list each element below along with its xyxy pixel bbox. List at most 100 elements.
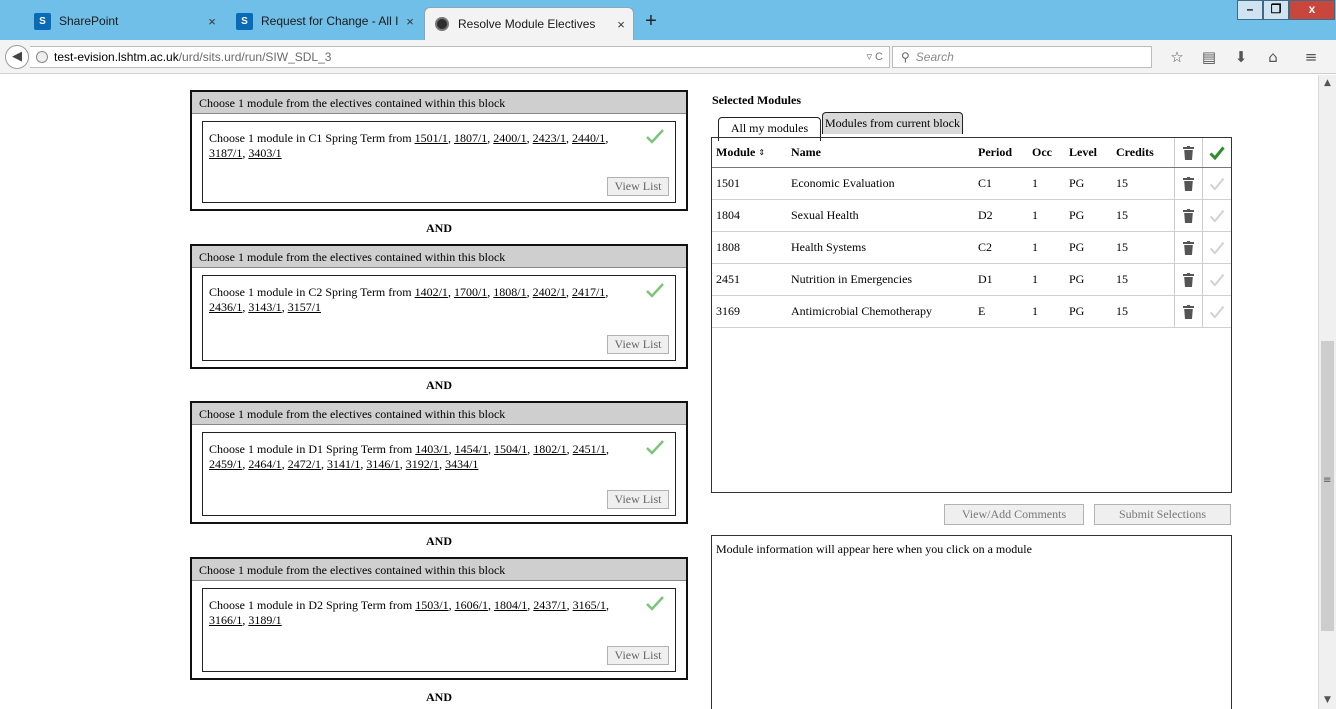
view-list-button[interactable]: View List bbox=[607, 646, 669, 665]
module-link[interactable]: 1700/1 bbox=[454, 285, 487, 299]
check-icon bbox=[1209, 146, 1225, 160]
delete-module-button[interactable] bbox=[1174, 232, 1202, 263]
confirm-module-button[interactable] bbox=[1202, 296, 1231, 327]
scroll-down-icon[interactable]: ▼ bbox=[1319, 692, 1336, 709]
module-link[interactable]: 3165/1 bbox=[573, 598, 606, 612]
module-link[interactable]: 1808/1 bbox=[493, 285, 526, 299]
reading-list-icon[interactable]: ▤ bbox=[1200, 49, 1218, 67]
selected-modules-table: Module ⇕ Name Period Occ Level Credits 15… bbox=[711, 137, 1232, 493]
table-row[interactable]: 1804 Sexual Health D2 1 PG 15 bbox=[712, 200, 1231, 232]
view-list-button[interactable]: View List bbox=[607, 177, 669, 196]
module-link[interactable]: 3146/1 bbox=[366, 457, 399, 471]
module-link[interactable]: 3187/1 bbox=[209, 146, 242, 160]
search-input[interactable]: ⚲ Search bbox=[892, 46, 1152, 68]
confirm-module-button[interactable] bbox=[1202, 232, 1231, 263]
module-link[interactable]: 2436/1 bbox=[209, 300, 242, 314]
module-link[interactable]: 2459/1 bbox=[209, 457, 242, 471]
module-link[interactable]: 1804/1 bbox=[494, 598, 527, 612]
block-header: Choose 1 module from the electives conta… bbox=[192, 559, 686, 581]
block-rule: Choose 1 module in D2 Spring Term from 1… bbox=[202, 588, 676, 672]
delete-module-button[interactable] bbox=[1174, 296, 1202, 327]
module-link[interactable]: 3434/1 bbox=[445, 457, 478, 471]
confirm-module-button[interactable] bbox=[1202, 200, 1231, 231]
scrollbar-thumb[interactable] bbox=[1321, 341, 1334, 631]
cell-name: Nutrition in Emergencies bbox=[791, 272, 913, 286]
trash-icon bbox=[1183, 145, 1194, 160]
module-link[interactable]: 3157/1 bbox=[288, 300, 321, 314]
reload-icon[interactable]: ▿ C bbox=[866, 50, 883, 63]
page-scrollbar[interactable]: ▲ ≡ ▼ bbox=[1318, 75, 1336, 709]
module-link[interactable]: 1454/1 bbox=[455, 442, 488, 456]
cell-credits: 15 bbox=[1116, 240, 1128, 254]
module-link[interactable]: 3403/1 bbox=[248, 146, 281, 160]
browser-tab-sharepoint[interactable]: S SharePoint × bbox=[24, 8, 224, 34]
module-link[interactable]: 2400/1 bbox=[493, 131, 526, 145]
module-link[interactable]: 1503/1 bbox=[415, 598, 448, 612]
column-header-module[interactable]: Module ⇕ bbox=[716, 138, 765, 167]
confirm-module-button[interactable] bbox=[1202, 264, 1231, 295]
module-link[interactable]: 1802/1 bbox=[533, 442, 566, 456]
module-link[interactable]: 1402/1 bbox=[415, 285, 448, 299]
menu-icon[interactable]: ≡ bbox=[1302, 49, 1320, 67]
and-label: AND bbox=[426, 534, 452, 548]
module-link[interactable]: 1501/1 bbox=[415, 131, 448, 145]
table-row[interactable]: 1501 Economic Evaluation C1 1 PG 15 bbox=[712, 168, 1231, 200]
view-list-button[interactable]: View List bbox=[607, 490, 669, 509]
module-link[interactable]: 2472/1 bbox=[288, 457, 321, 471]
module-link[interactable]: 2417/1 bbox=[572, 285, 605, 299]
module-link[interactable]: 1403/1 bbox=[415, 442, 448, 456]
module-link[interactable]: 2437/1 bbox=[533, 598, 566, 612]
module-link[interactable]: 2402/1 bbox=[533, 285, 566, 299]
view-list-button[interactable]: View List bbox=[607, 335, 669, 354]
rule-prefix: Choose 1 module in C1 Spring Term from bbox=[209, 131, 415, 145]
close-icon[interactable]: × bbox=[609, 17, 633, 32]
module-link[interactable]: 1606/1 bbox=[455, 598, 488, 612]
module-link[interactable]: 2440/1 bbox=[572, 131, 605, 145]
delete-module-button[interactable] bbox=[1174, 168, 1202, 199]
trash-icon bbox=[1183, 240, 1194, 255]
column-label: Module bbox=[716, 145, 756, 159]
tab-modules-from-current-block[interactable]: Modules from current block bbox=[822, 112, 963, 134]
rule-text: Choose 1 module in D2 Spring Term from 1… bbox=[209, 598, 609, 627]
delete-module-button[interactable] bbox=[1174, 264, 1202, 295]
module-link[interactable]: 1807/1 bbox=[454, 131, 487, 145]
cell-occ: 1 bbox=[1032, 304, 1038, 318]
module-link[interactable]: 2423/1 bbox=[533, 131, 566, 145]
module-link[interactable]: 2451/1 bbox=[573, 442, 606, 456]
new-tab-button[interactable]: + bbox=[640, 11, 662, 33]
module-link[interactable]: 1504/1 bbox=[494, 442, 527, 456]
download-icon[interactable]: ⬇ bbox=[1232, 49, 1250, 67]
scroll-up-icon[interactable]: ▲ bbox=[1319, 75, 1336, 92]
back-button[interactable]: ◀ bbox=[5, 45, 29, 69]
minimize-button[interactable]: – bbox=[1237, 0, 1263, 20]
module-link[interactable]: 3192/1 bbox=[406, 457, 439, 471]
view-add-comments-button[interactable]: View/Add Comments bbox=[944, 504, 1084, 525]
confirm-module-button[interactable] bbox=[1202, 168, 1231, 199]
table-row[interactable]: 2451 Nutrition in Emergencies D1 1 PG 15 bbox=[712, 264, 1231, 296]
check-icon bbox=[646, 129, 664, 144]
module-link[interactable]: 3141/1 bbox=[327, 457, 360, 471]
cell-level: PG bbox=[1069, 304, 1085, 318]
block-rule: Choose 1 module in D1 Spring Term from 1… bbox=[202, 432, 676, 516]
module-link[interactable]: 3143/1 bbox=[248, 300, 281, 314]
page-content: Choose 1 module from the electives conta… bbox=[0, 75, 1318, 709]
cell-credits: 15 bbox=[1116, 304, 1128, 318]
module-link[interactable]: 3166/1 bbox=[209, 613, 242, 627]
rule-prefix: Choose 1 module in C2 Spring Term from bbox=[209, 285, 415, 299]
star-icon[interactable]: ☆ bbox=[1168, 49, 1186, 67]
browser-tab-request-for-change[interactable]: S Request for Change - All It... × bbox=[226, 8, 422, 34]
browser-tab-resolve-module-electives[interactable]: Resolve Module Electives × bbox=[424, 7, 634, 40]
close-icon[interactable]: × bbox=[200, 14, 224, 29]
window-close-button[interactable]: x bbox=[1289, 0, 1335, 20]
table-row[interactable]: 3169 Antimicrobial Chemotherapy E 1 PG 1… bbox=[712, 296, 1231, 328]
module-link[interactable]: 3189/1 bbox=[248, 613, 281, 627]
maximize-button[interactable]: ❐ bbox=[1263, 0, 1289, 20]
home-icon[interactable]: ⌂ bbox=[1264, 49, 1282, 67]
module-link[interactable]: 2464/1 bbox=[248, 457, 281, 471]
table-row[interactable]: 1808 Health Systems C2 1 PG 15 bbox=[712, 232, 1231, 264]
address-bar[interactable]: test-evision.lshtm.ac.uk/urd/sits.urd/ru… bbox=[30, 46, 890, 68]
delete-module-button[interactable] bbox=[1174, 200, 1202, 231]
cell-level: PG bbox=[1069, 208, 1085, 222]
close-icon[interactable]: × bbox=[398, 14, 422, 29]
submit-selections-button[interactable]: Submit Selections bbox=[1094, 504, 1231, 525]
